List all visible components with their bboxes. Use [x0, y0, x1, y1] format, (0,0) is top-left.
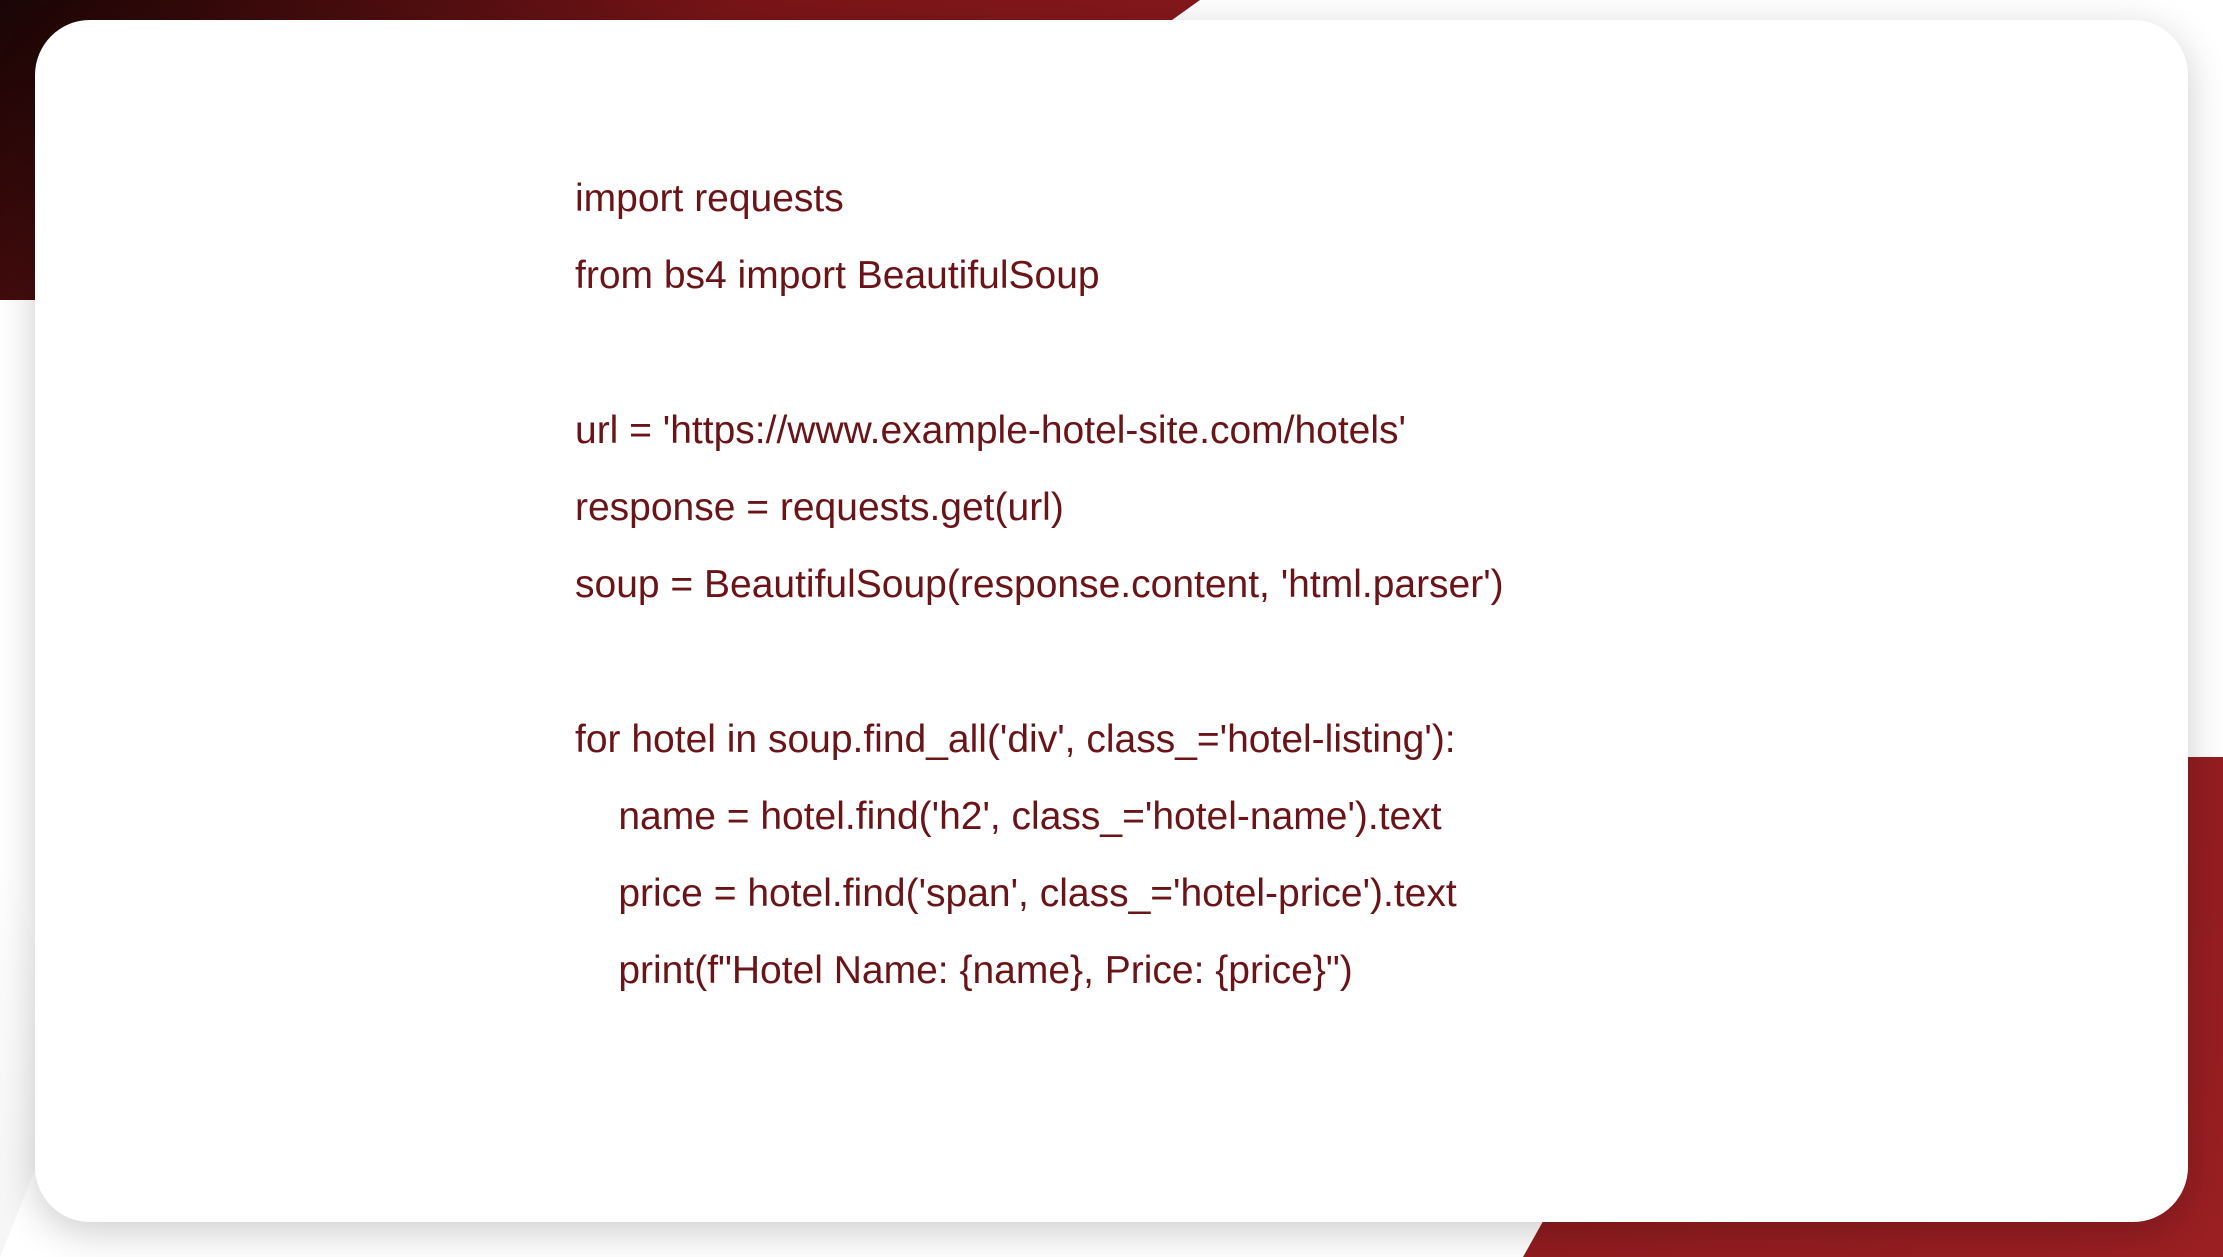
code-block: import requests from bs4 import Beautifu… [575, 160, 2088, 1009]
code-card: import requests from bs4 import Beautifu… [35, 20, 2188, 1222]
code-line: soup = BeautifulSoup(response.content, '… [575, 563, 1504, 606]
code-line: from bs4 import BeautifulSoup [575, 254, 1100, 297]
code-line: for hotel in soup.find_all('div', class_… [575, 718, 1456, 761]
code-line: url = 'https://www.example-hotel-site.co… [575, 409, 1406, 452]
code-line: price = hotel.find('span', class_='hotel… [575, 872, 1457, 915]
code-line: print(f"Hotel Name: {name}, Price: {pric… [575, 949, 1353, 992]
code-line: response = requests.get(url) [575, 486, 1064, 529]
code-line: name = hotel.find('h2', class_='hotel-na… [575, 795, 1442, 838]
code-line: import requests [575, 177, 844, 220]
